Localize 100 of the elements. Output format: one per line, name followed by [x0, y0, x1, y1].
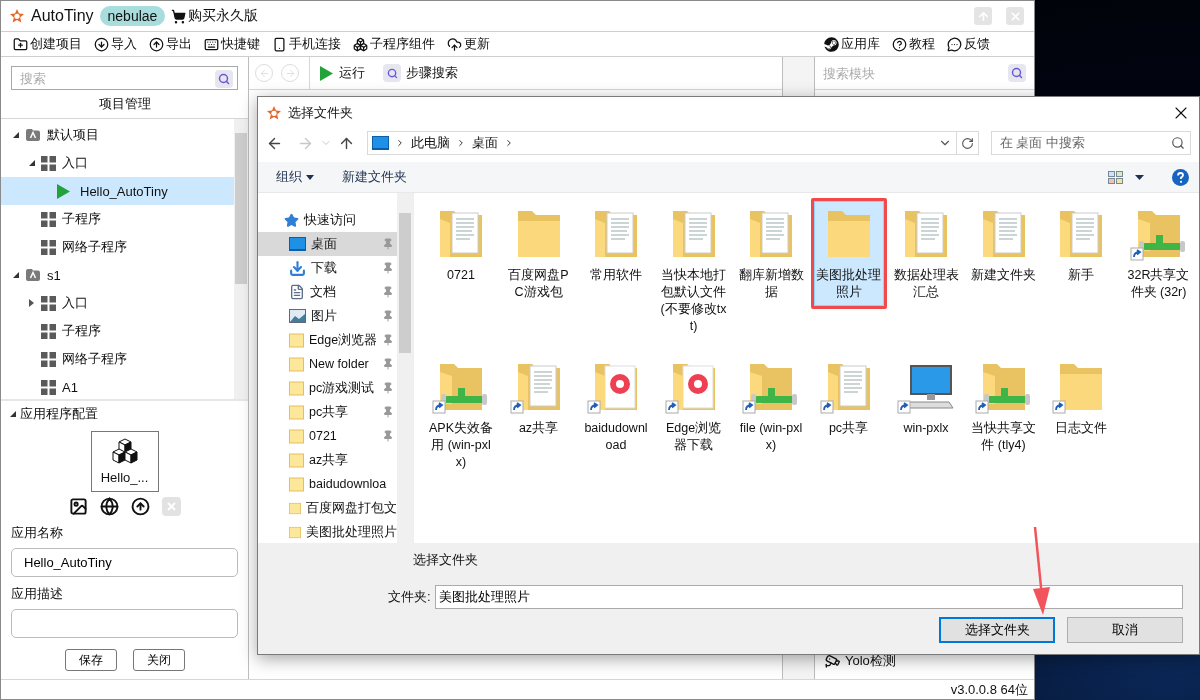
refresh-button[interactable] — [957, 131, 979, 155]
search-field[interactable]: 搜索 — [11, 66, 238, 91]
breadcrumb[interactable]: 此电脑 — [411, 134, 450, 152]
view-icon[interactable] — [1108, 170, 1123, 184]
folder-item[interactable]: 美图批处理照片 — [813, 201, 884, 306]
toolbar-button[interactable]: 导出 — [149, 35, 192, 53]
dialog-button[interactable]: 取消 — [1067, 617, 1183, 643]
tree-item[interactable]: A1 — [1, 373, 234, 399]
module-item[interactable]: Yolo检测 — [815, 649, 1034, 673]
app-icon-tile[interactable]: Hello_... — [90, 431, 159, 492]
help-icon[interactable] — [1172, 168, 1189, 186]
nav-item[interactable]: 图片 — [258, 304, 397, 328]
search-icon[interactable] — [215, 70, 233, 88]
form-button[interactable]: 保存 — [64, 649, 117, 671]
toolbar-button[interactable]: 手机连接 — [272, 35, 341, 53]
cloud-icon — [447, 36, 462, 52]
caret-icon[interactable] — [1135, 174, 1144, 180]
folder-item[interactable]: 当快共享文件 (tly4) — [968, 354, 1039, 476]
folder-item[interactable]: 0721 — [426, 201, 496, 340]
toolbar-button[interactable]: 反馈 — [947, 35, 990, 53]
nav-item[interactable]: pc游戏测试 — [258, 376, 397, 400]
breadcrumb[interactable]: 桌面 — [472, 134, 498, 152]
tree-item[interactable]: 子程序 — [1, 317, 234, 345]
nav-item[interactable]: 0721 — [258, 424, 397, 448]
nav-item[interactable]: 快速访问 — [258, 208, 397, 232]
tree-item[interactable]: Hello_AutoTiny — [1, 177, 234, 205]
tree-item[interactable]: 网络子程序 — [1, 233, 234, 261]
pc-icon — [372, 136, 389, 150]
nav-item[interactable]: Edge浏览器 — [258, 328, 397, 352]
expanded-arrow-icon[interactable] — [11, 271, 19, 279]
expanded-arrow-icon[interactable] — [9, 410, 16, 418]
folder-item[interactable]: 翻库新增数据 — [736, 201, 806, 340]
pin-icon — [382, 406, 394, 418]
toolbar-button[interactable]: 应用库 — [824, 35, 880, 53]
nav-item[interactable]: 桌面 — [258, 232, 397, 256]
collapsed-arrow-icon[interactable] — [27, 299, 35, 307]
folder-item[interactable]: 百度网盘PC游戏包 — [503, 201, 574, 340]
tree-item[interactable]: 网络子程序 — [1, 345, 234, 373]
app-name-field[interactable]: Hello_AutoTiny — [11, 548, 238, 577]
toolbar-button[interactable]: 子程序组件 — [353, 35, 435, 53]
nav-item[interactable]: New folder — [258, 352, 397, 376]
nav-item[interactable]: 下载 — [258, 256, 397, 280]
toolbar-button[interactable]: 教程 — [892, 35, 935, 53]
tree-item[interactable]: 入口 — [1, 149, 234, 177]
new-folder-button[interactable]: 新建文件夹 — [342, 168, 407, 186]
scrollbar[interactable] — [397, 193, 413, 543]
expanded-arrow-icon[interactable] — [11, 131, 19, 139]
folder-name-field[interactable]: 美图批处理照片 — [434, 585, 1183, 609]
nav-item[interactable]: pc共享 — [258, 400, 397, 424]
toolbar-button[interactable]: 导入 — [94, 35, 137, 53]
folder-item[interactable]: 新手 — [1046, 201, 1116, 340]
buy-link[interactable]: 购买永久版 — [171, 7, 259, 25]
tree-item[interactable]: 子程序 — [1, 205, 234, 233]
project-icon — [25, 128, 41, 142]
arrow-up-icon — [976, 9, 990, 23]
upload-icon[interactable] — [130, 497, 150, 516]
nav-item[interactable]: az共享 — [258, 448, 397, 472]
folder-item[interactable]: 当快本地打包默认文件(不要修改txt) — [658, 201, 729, 340]
description-field[interactable] — [11, 609, 238, 638]
run-button[interactable]: 运行 — [320, 64, 365, 82]
folder-icon — [289, 500, 301, 516]
folder-item[interactable]: win-pxlx — [891, 354, 961, 476]
folder-item[interactable]: Edge浏览器下载 — [658, 354, 729, 476]
folder-item[interactable]: baidudownload — [581, 354, 651, 476]
dialog-button[interactable]: 选择文件夹 — [939, 617, 1055, 643]
tree-item[interactable]: 默认项目 — [1, 121, 234, 149]
toolbar-button[interactable]: 快捷键 — [204, 35, 260, 53]
nav-item[interactable]: baidudownloa — [258, 472, 397, 496]
nav-item[interactable]: 文档 — [258, 280, 397, 304]
nav-item[interactable]: 美图批处理照片 — [258, 520, 397, 543]
toolbar-button[interactable]: 更新 — [447, 35, 490, 53]
panel-title: 项目管理 — [1, 90, 248, 119]
folder-item[interactable]: pc共享 — [813, 354, 884, 476]
play-icon — [320, 65, 333, 81]
form-button[interactable]: 关闭 — [132, 649, 185, 671]
expanded-arrow-icon[interactable] — [27, 159, 35, 167]
address-bar[interactable]: 此电脑 桌面 — [367, 131, 957, 155]
step-search-button[interactable]: 步骤搜索 — [383, 64, 458, 82]
tree-item[interactable]: s1 — [1, 261, 234, 289]
scrollbar[interactable] — [234, 119, 248, 399]
organize-menu[interactable]: 组织 — [276, 168, 314, 186]
phone-icon — [272, 36, 287, 52]
nav-item[interactable]: 百度网盘打包文 — [258, 496, 397, 520]
toolbar-button[interactable]: 创建项目 — [13, 35, 82, 53]
folder-item[interactable]: file (win-pxlx) — [736, 354, 806, 476]
folder-item[interactable]: 常用软件 — [581, 201, 651, 340]
download-icon — [94, 36, 109, 52]
search-icon[interactable] — [1008, 64, 1026, 82]
folder-item[interactable]: APK失效备用 (win-pxlx) — [426, 354, 496, 476]
folder-item[interactable]: 数据处理表汇总 — [891, 201, 961, 340]
tree-item[interactable]: 入口 — [1, 289, 234, 317]
globe-icon[interactable] — [99, 497, 119, 516]
folder-item[interactable]: 新建文件夹 — [968, 201, 1039, 340]
folder-item[interactable]: az共享 — [503, 354, 574, 476]
chevron-right-icon — [395, 138, 405, 148]
folder-item[interactable]: 日志文件 — [1046, 354, 1116, 476]
close-icon — [1008, 9, 1022, 23]
folder-item[interactable]: 32R共享文件夹 (32r) — [1123, 201, 1194, 340]
image-icon[interactable] — [68, 497, 88, 516]
search-field[interactable]: 在 桌面 中搜索 — [991, 131, 1191, 155]
